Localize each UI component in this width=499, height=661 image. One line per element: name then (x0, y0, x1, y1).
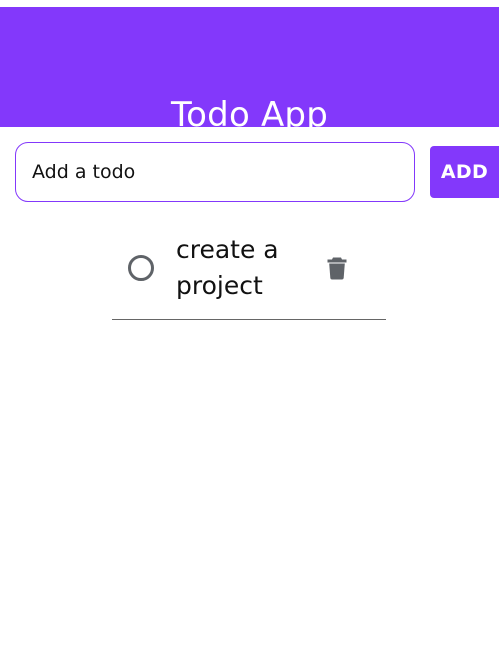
add-todo-input[interactable] (15, 142, 415, 202)
todo-list: create a project (112, 224, 386, 320)
todo-text: create a project (176, 235, 279, 300)
circle-outline-icon[interactable] (128, 255, 154, 281)
app-header: Todo App (0, 7, 499, 135)
add-button[interactable]: ADD (430, 146, 499, 198)
trash-icon[interactable] (326, 256, 348, 280)
todo-item: create a project (112, 224, 386, 320)
app-title: Todo App (170, 94, 328, 135)
window-top-strip (0, 0, 499, 7)
